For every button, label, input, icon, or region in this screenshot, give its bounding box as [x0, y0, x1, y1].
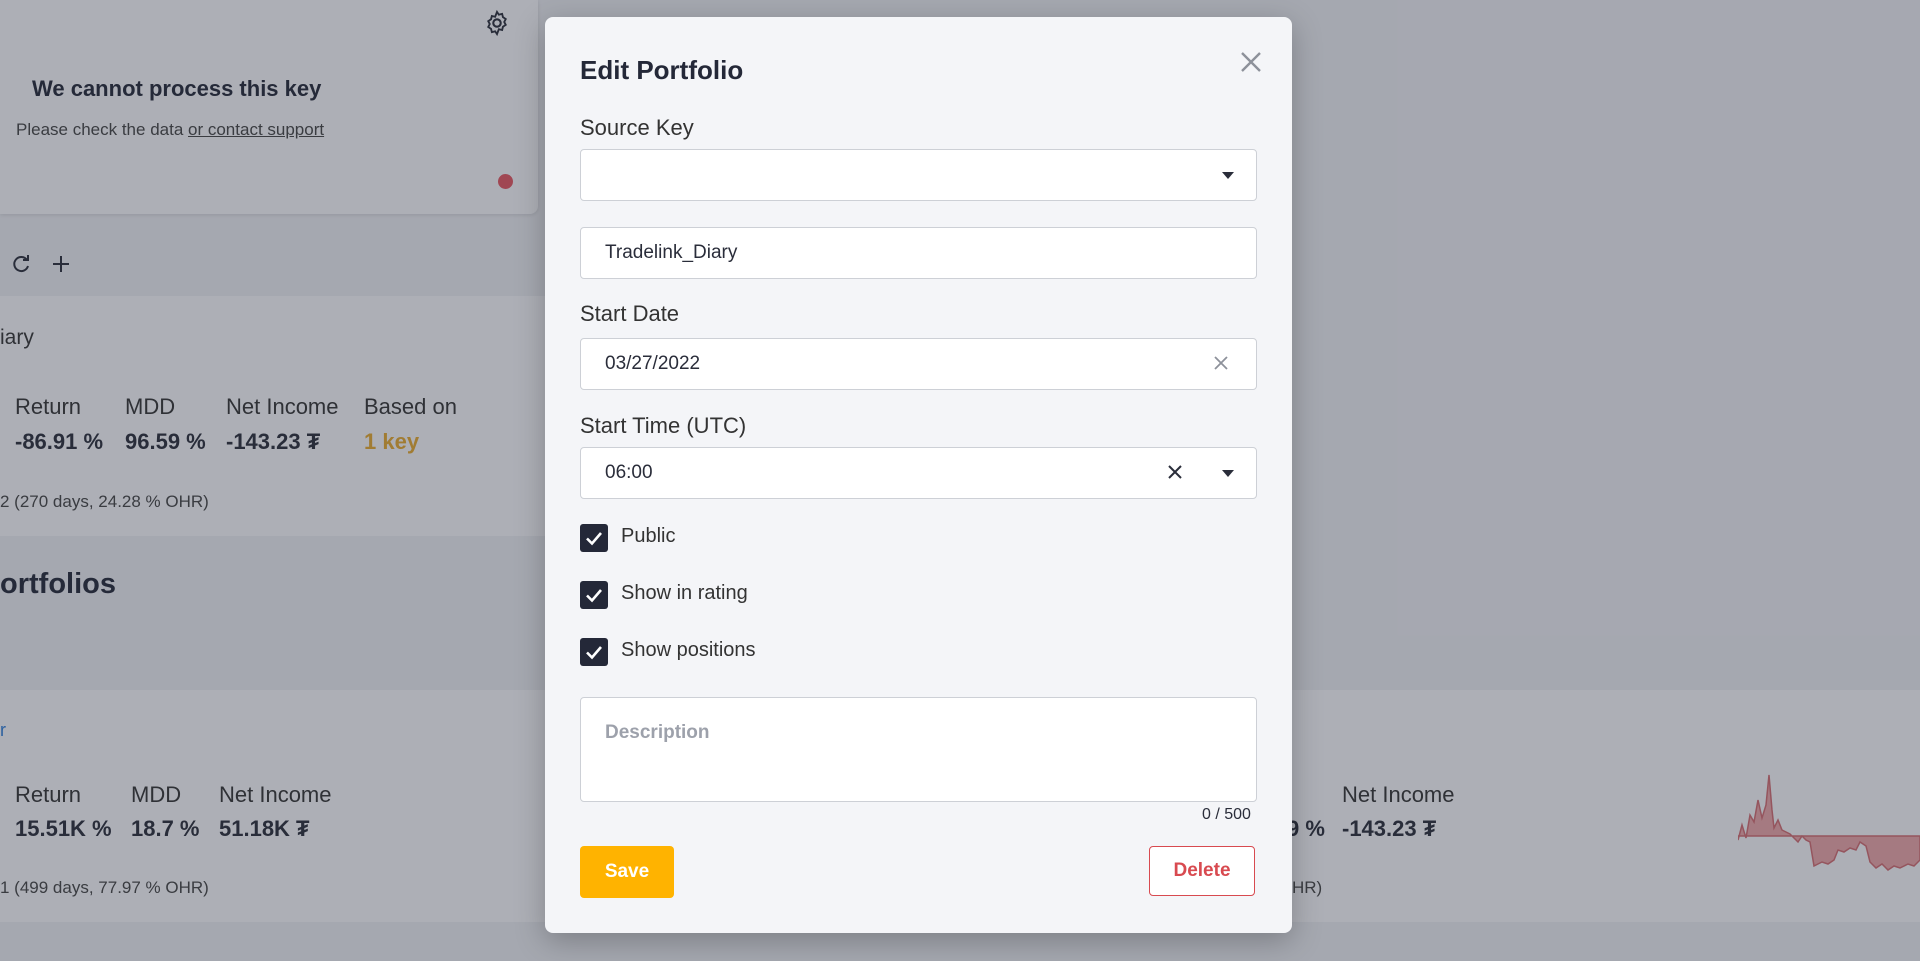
portfolio-name-input[interactable]: Tradelink_Diary	[580, 227, 1257, 279]
chevron-down-icon[interactable]	[1222, 470, 1234, 477]
show-in-rating-label[interactable]: Show in rating	[621, 582, 748, 605]
public-checkbox[interactable]	[580, 524, 608, 552]
show-positions-checkbox[interactable]	[580, 638, 608, 666]
public-label[interactable]: Public	[621, 525, 675, 548]
show-positions-label[interactable]: Show positions	[621, 639, 756, 662]
start-date-value: 03/27/2022	[605, 353, 701, 374]
character-counter: 0 / 500	[1202, 806, 1251, 823]
close-icon[interactable]	[1236, 47, 1266, 77]
save-button[interactable]: Save	[580, 846, 674, 898]
start-date-input[interactable]: 03/27/2022	[580, 338, 1257, 390]
check-icon	[586, 646, 602, 660]
dialog-title: Edit Portfolio	[580, 55, 744, 85]
description-textarea[interactable]: Description	[580, 697, 1257, 802]
chevron-down-icon[interactable]	[1222, 172, 1234, 179]
clear-date-icon[interactable]	[1212, 354, 1230, 372]
source-key-label: Source Key	[580, 115, 694, 140]
edit-portfolio-dialog: Edit Portfolio Source Key Tradelink_Diar…	[545, 17, 1292, 933]
clear-time-icon[interactable]	[1166, 463, 1184, 481]
delete-button[interactable]: Delete	[1149, 846, 1255, 896]
start-time-label: Start Time (UTC)	[580, 413, 747, 438]
start-time-select[interactable]: 06:00	[580, 447, 1257, 499]
check-icon	[586, 589, 602, 603]
show-in-rating-checkbox[interactable]	[580, 581, 608, 609]
start-time-value: 06:00	[605, 462, 653, 483]
description-placeholder: Description	[605, 722, 710, 743]
start-date-label: Start Date	[580, 301, 680, 326]
check-icon	[586, 532, 602, 546]
portfolio-name-value: Tradelink_Diary	[605, 242, 738, 263]
source-key-select[interactable]	[580, 149, 1257, 201]
